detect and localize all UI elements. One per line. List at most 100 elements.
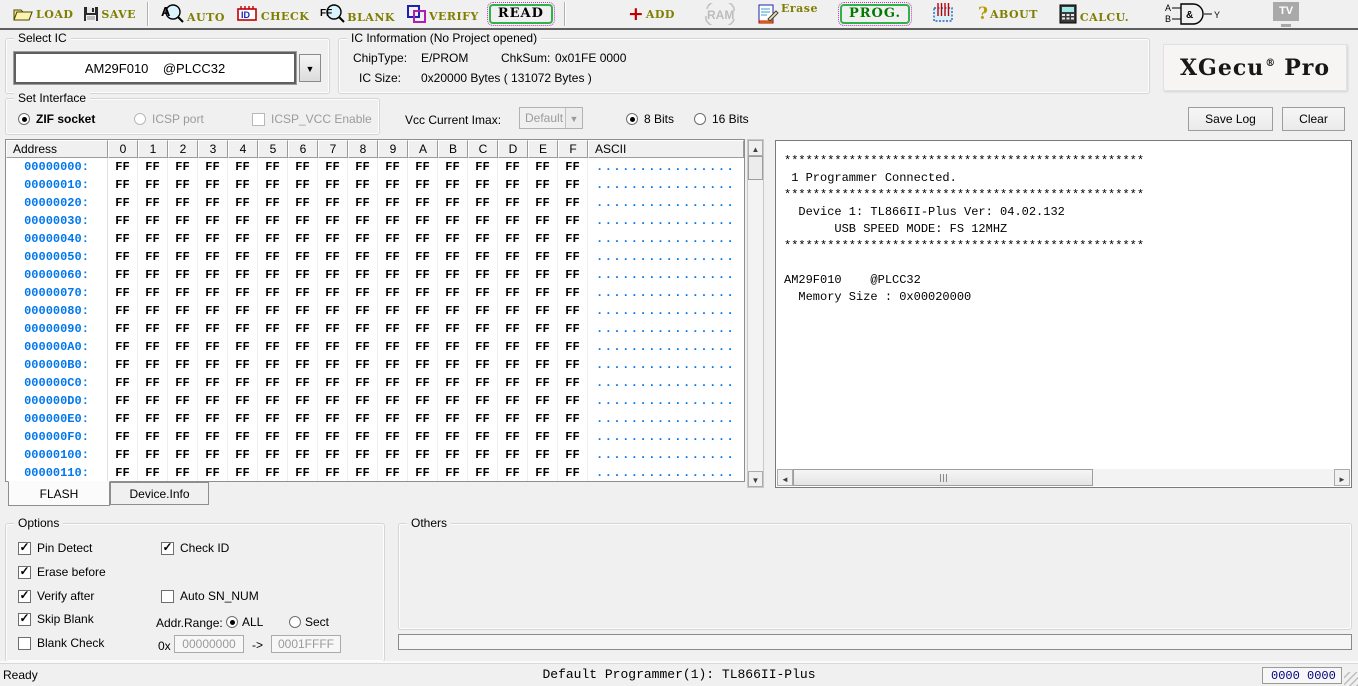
blank-check-checkbox[interactable]: Blank Check	[18, 636, 104, 650]
hex-byte[interactable]: FF	[408, 464, 438, 482]
scroll-right-button[interactable]	[1334, 469, 1350, 486]
hex-byte[interactable]: FF	[348, 230, 378, 248]
hex-column-header[interactable]: 6	[288, 140, 318, 158]
hex-ascii[interactable]: ................	[588, 158, 744, 176]
hex-byte[interactable]: FF	[228, 302, 258, 320]
hex-byte[interactable]: FF	[468, 212, 498, 230]
hex-byte[interactable]: FF	[168, 158, 198, 176]
zif-socket-radio[interactable]: ZIF socket	[18, 112, 95, 126]
tab-flash[interactable]: FLASH	[8, 481, 110, 506]
range-from-input[interactable]	[174, 635, 244, 653]
check-button[interactable]: ID CHECK	[230, 3, 314, 25]
hex-byte[interactable]: FF	[318, 320, 348, 338]
hex-byte[interactable]: FF	[558, 284, 588, 302]
hex-byte[interactable]: FF	[228, 212, 258, 230]
hex-ascii[interactable]: ................	[588, 230, 744, 248]
hex-byte[interactable]: FF	[438, 320, 468, 338]
hex-byte[interactable]: FF	[378, 266, 408, 284]
hex-byte[interactable]: FF	[258, 194, 288, 212]
hex-column-header[interactable]: 3	[198, 140, 228, 158]
hex-byte[interactable]: FF	[198, 176, 228, 194]
hex-byte[interactable]: FF	[198, 464, 228, 482]
hex-byte[interactable]: FF	[108, 464, 138, 482]
hex-byte[interactable]: FF	[258, 320, 288, 338]
add-button[interactable]: + ADD	[623, 5, 680, 23]
hex-byte[interactable]: FF	[288, 428, 318, 446]
hex-byte[interactable]: FF	[438, 338, 468, 356]
hex-byte[interactable]: FF	[108, 356, 138, 374]
hex-byte[interactable]: FF	[318, 374, 348, 392]
pin-detect-checkbox[interactable]: Pin Detect	[18, 541, 92, 555]
hex-byte[interactable]: FF	[468, 464, 498, 482]
hex-byte[interactable]: FF	[528, 374, 558, 392]
hex-byte[interactable]: FF	[558, 248, 588, 266]
hex-column-header[interactable]: 4	[228, 140, 258, 158]
hex-byte[interactable]: FF	[138, 356, 168, 374]
hex-byte[interactable]: FF	[318, 230, 348, 248]
hex-byte[interactable]: FF	[378, 446, 408, 464]
hex-byte[interactable]: FF	[348, 266, 378, 284]
hex-byte[interactable]: FF	[438, 356, 468, 374]
hex-byte[interactable]: FF	[348, 338, 378, 356]
range-to-input[interactable]	[271, 635, 341, 653]
hex-byte[interactable]: FF	[378, 302, 408, 320]
hex-byte[interactable]: FF	[348, 212, 378, 230]
blank-button[interactable]: FF BLANK	[314, 2, 400, 26]
hex-byte[interactable]: FF	[198, 302, 228, 320]
hex-byte[interactable]: FF	[258, 374, 288, 392]
hex-byte[interactable]: FF	[348, 464, 378, 482]
hex-byte[interactable]: FF	[558, 176, 588, 194]
hex-byte[interactable]: FF	[138, 230, 168, 248]
hex-byte[interactable]: FF	[498, 464, 528, 482]
hex-byte[interactable]: FF	[498, 194, 528, 212]
erase-before-checkbox[interactable]: Erase before	[18, 565, 106, 579]
hex-byte[interactable]: FF	[378, 464, 408, 482]
hex-byte[interactable]: FF	[198, 446, 228, 464]
hex-byte[interactable]: FF	[528, 446, 558, 464]
hex-byte[interactable]: FF	[558, 374, 588, 392]
hex-byte[interactable]: FF	[258, 446, 288, 464]
hex-ascii[interactable]: ................	[588, 284, 744, 302]
hex-byte[interactable]: FF	[288, 338, 318, 356]
hex-byte[interactable]: FF	[168, 410, 198, 428]
hex-byte[interactable]: FF	[198, 356, 228, 374]
hex-byte[interactable]: FF	[498, 302, 528, 320]
hex-byte[interactable]: FF	[138, 212, 168, 230]
hex-column-header[interactable]: 7	[318, 140, 348, 158]
hex-column-header[interactable]: C	[468, 140, 498, 158]
hex-byte[interactable]: FF	[198, 338, 228, 356]
hex-byte[interactable]: FF	[528, 266, 558, 284]
hex-byte[interactable]: FF	[108, 320, 138, 338]
hex-byte[interactable]: FF	[558, 230, 588, 248]
scroll-track[interactable]	[1093, 469, 1334, 486]
hex-byte[interactable]: FF	[228, 320, 258, 338]
hex-byte[interactable]: FF	[258, 410, 288, 428]
hex-byte[interactable]: FF	[348, 176, 378, 194]
hex-byte[interactable]: FF	[348, 410, 378, 428]
hex-byte[interactable]: FF	[528, 248, 558, 266]
hex-byte[interactable]: FF	[288, 266, 318, 284]
icsp-port-radio[interactable]: ICSP port	[134, 112, 204, 126]
skip-blank-checkbox[interactable]: Skip Blank	[18, 612, 94, 626]
range-sect-radio[interactable]: Sect	[289, 615, 329, 629]
hex-byte[interactable]: FF	[198, 158, 228, 176]
hex-byte[interactable]: FF	[258, 464, 288, 482]
ic-test-button[interactable]	[925, 1, 961, 27]
hex-byte[interactable]: FF	[408, 176, 438, 194]
hex-byte[interactable]: FF	[378, 284, 408, 302]
calcu-button[interactable]: CALCU.	[1053, 2, 1134, 26]
hex-byte[interactable]: FF	[498, 284, 528, 302]
hex-byte[interactable]: FF	[378, 176, 408, 194]
selected-ic-value[interactable]: AM29F010 @PLCC32	[14, 52, 296, 84]
hex-byte[interactable]: FF	[558, 446, 588, 464]
hex-byte[interactable]: FF	[378, 410, 408, 428]
hex-byte[interactable]: FF	[498, 446, 528, 464]
hex-byte[interactable]: FF	[468, 230, 498, 248]
hex-byte[interactable]: FF	[558, 320, 588, 338]
hex-column-header[interactable]: 1	[138, 140, 168, 158]
hex-byte[interactable]: FF	[408, 356, 438, 374]
hex-byte[interactable]: FF	[288, 284, 318, 302]
verify-after-checkbox[interactable]: Verify after	[18, 589, 94, 603]
hex-ascii[interactable]: ................	[588, 410, 744, 428]
hex-byte[interactable]: FF	[468, 320, 498, 338]
